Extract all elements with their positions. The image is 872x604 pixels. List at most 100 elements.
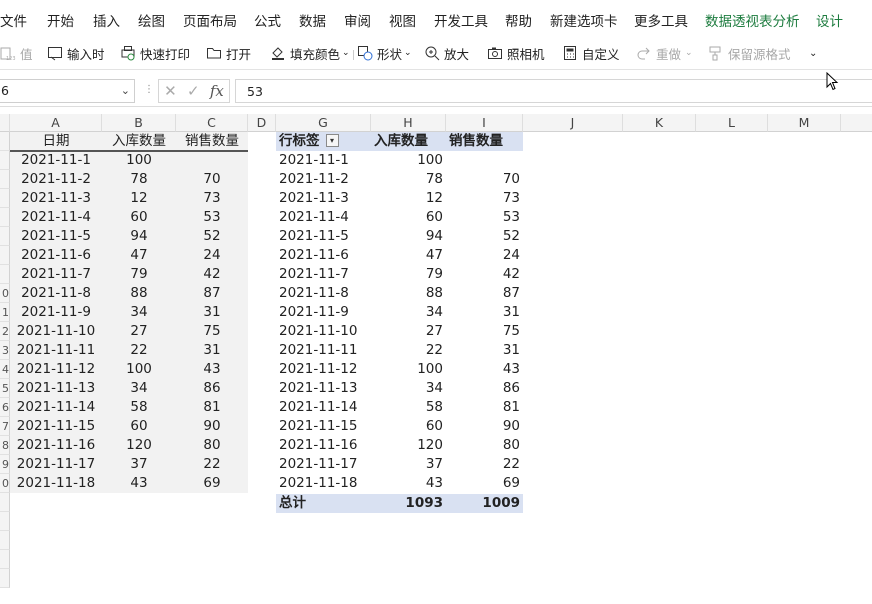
customize-button[interactable]: 自定义 xyxy=(562,44,620,62)
pivot-sales-cell[interactable]: 31 xyxy=(446,303,523,322)
source-date-cell[interactable]: 2021-11-13 xyxy=(10,379,102,398)
pivot-label-cell[interactable]: 2021-11-3 xyxy=(276,189,371,208)
pivot-sales-cell[interactable]: 43 xyxy=(446,360,523,379)
menu-draw[interactable]: 绘图 xyxy=(138,10,165,30)
source-inbound-cell[interactable]: 94 xyxy=(102,227,176,246)
pivot-total-label[interactable]: 总计 xyxy=(276,494,371,513)
column-header-m[interactable]: M xyxy=(768,114,841,132)
row-header[interactable] xyxy=(0,246,10,265)
confirm-icon[interactable]: ✓ xyxy=(187,82,200,100)
menu-design[interactable]: 设计 xyxy=(816,10,843,30)
pivot-label-cell[interactable]: 2021-11-13 xyxy=(276,379,371,398)
formula-input[interactable]: 53 xyxy=(235,79,872,103)
row-header[interactable] xyxy=(0,189,10,208)
source-inbound-cell[interactable]: 100 xyxy=(102,151,176,170)
column-header-l[interactable]: L xyxy=(696,114,768,132)
row-header[interactable]: 0 xyxy=(0,474,10,493)
row-header[interactable] xyxy=(0,493,10,512)
pivot-sales-cell[interactable]: 24 xyxy=(446,246,523,265)
pivot-label-cell[interactable]: 2021-11-16 xyxy=(276,436,371,455)
source-inbound-cell[interactable]: 34 xyxy=(102,303,176,322)
pivot-label-cell[interactable]: 2021-11-4 xyxy=(276,208,371,227)
source-sales-cell[interactable]: 70 xyxy=(176,170,248,189)
source-inbound-cell[interactable]: 58 xyxy=(102,398,176,417)
pivot-header-sales[interactable]: 销售数量 xyxy=(446,132,523,151)
source-sales-cell[interactable]: 53 xyxy=(176,208,248,227)
pivot-row-labels-header[interactable]: 行标签 ▾ xyxy=(276,132,371,151)
source-inbound-cell[interactable]: 12 xyxy=(102,189,176,208)
source-sales-cell[interactable]: 81 xyxy=(176,398,248,417)
menu-more-tools[interactable]: 更多工具 xyxy=(634,10,688,30)
source-inbound-cell[interactable]: 60 xyxy=(102,417,176,436)
menu-developer[interactable]: 开发工具 xyxy=(434,10,488,30)
source-sales-cell[interactable]: 73 xyxy=(176,189,248,208)
pivot-label-cell[interactable]: 2021-11-7 xyxy=(276,265,371,284)
source-inbound-cell[interactable]: 27 xyxy=(102,322,176,341)
source-date-cell[interactable]: 2021-11-6 xyxy=(10,246,102,265)
row-header[interactable] xyxy=(0,550,10,569)
pivot-sales-cell[interactable]: 86 xyxy=(446,379,523,398)
pivot-sales-cell[interactable] xyxy=(446,151,523,170)
column-header-i[interactable]: I xyxy=(446,114,523,132)
source-header-sales[interactable]: 销售数量 xyxy=(176,132,248,151)
source-inbound-cell[interactable]: 47 xyxy=(102,246,176,265)
column-header-c[interactable]: C xyxy=(176,114,248,132)
pivot-sales-cell[interactable]: 52 xyxy=(446,227,523,246)
pivot-sales-cell[interactable]: 42 xyxy=(446,265,523,284)
pivot-sales-cell[interactable]: 87 xyxy=(446,284,523,303)
row-header[interactable] xyxy=(0,132,10,151)
pivot-inbound-cell[interactable]: 34 xyxy=(371,379,446,398)
source-date-cell[interactable]: 2021-11-4 xyxy=(10,208,102,227)
source-date-cell[interactable]: 2021-11-2 xyxy=(10,170,102,189)
source-date-cell[interactable]: 2021-11-9 xyxy=(10,303,102,322)
source-sales-cell[interactable]: 52 xyxy=(176,227,248,246)
column-header-g[interactable]: G xyxy=(276,114,371,132)
pivot-inbound-cell[interactable]: 79 xyxy=(371,265,446,284)
menu-formulas[interactable]: 公式 xyxy=(254,10,281,30)
source-date-cell[interactable]: 2021-11-16 xyxy=(10,436,102,455)
source-inbound-cell[interactable]: 22 xyxy=(102,341,176,360)
pivot-inbound-cell[interactable]: 100 xyxy=(371,360,446,379)
menu-new-tab[interactable]: 新建选项卡 xyxy=(550,10,618,30)
source-date-cell[interactable]: 2021-11-7 xyxy=(10,265,102,284)
row-header[interactable] xyxy=(0,151,10,170)
pivot-label-cell[interactable]: 2021-11-6 xyxy=(276,246,371,265)
menu-insert[interactable]: 插入 xyxy=(93,10,120,30)
row-header[interactable] xyxy=(0,227,10,246)
source-inbound-cell[interactable]: 79 xyxy=(102,265,176,284)
open-button[interactable]: 打开 xyxy=(206,44,251,62)
pivot-label-cell[interactable]: 2021-11-15 xyxy=(276,417,371,436)
column-header-d[interactable]: D xyxy=(248,114,276,132)
source-inbound-cell[interactable]: 100 xyxy=(102,360,176,379)
chevron-down-icon[interactable]: ⌄ xyxy=(121,84,130,97)
source-inbound-cell[interactable]: 88 xyxy=(102,284,176,303)
row-header[interactable]: 8 xyxy=(0,436,10,455)
row-header[interactable]: 2 xyxy=(0,322,10,341)
source-sales-cell[interactable]: 69 xyxy=(176,474,248,493)
zoom-in-button[interactable]: 放大 xyxy=(424,44,469,62)
source-date-cell[interactable]: 2021-11-14 xyxy=(10,398,102,417)
source-sales-cell[interactable]: 75 xyxy=(176,322,248,341)
toolbar-more-button[interactable]: ⌄ xyxy=(809,44,817,62)
column-header-k[interactable]: K xyxy=(623,114,696,132)
pivot-inbound-cell[interactable]: 34 xyxy=(371,303,446,322)
source-inbound-cell[interactable]: 37 xyxy=(102,455,176,474)
select-all-corner[interactable] xyxy=(0,114,10,132)
quick-print-button[interactable]: 快速打印 xyxy=(120,44,190,62)
pivot-label-cell[interactable]: 2021-11-1 xyxy=(276,151,371,170)
source-date-cell[interactable]: 2021-11-17 xyxy=(10,455,102,474)
source-sales-cell[interactable]: 31 xyxy=(176,303,248,322)
source-date-cell[interactable]: 2021-11-1 xyxy=(10,151,102,170)
camera-button[interactable]: 照相机 xyxy=(487,44,545,62)
pivot-label-cell[interactable]: 2021-11-10 xyxy=(276,322,371,341)
pivot-inbound-cell[interactable]: 47 xyxy=(371,246,446,265)
row-header[interactable]: 1 xyxy=(0,303,10,322)
pivot-inbound-cell[interactable]: 37 xyxy=(371,455,446,474)
source-date-cell[interactable]: 2021-11-5 xyxy=(10,227,102,246)
pivot-sales-cell[interactable]: 81 xyxy=(446,398,523,417)
pivot-label-cell[interactable]: 2021-11-18 xyxy=(276,474,371,493)
source-inbound-cell[interactable]: 120 xyxy=(102,436,176,455)
pivot-label-cell[interactable]: 2021-11-5 xyxy=(276,227,371,246)
menu-view[interactable]: 视图 xyxy=(389,10,416,30)
source-sales-cell[interactable]: 80 xyxy=(176,436,248,455)
